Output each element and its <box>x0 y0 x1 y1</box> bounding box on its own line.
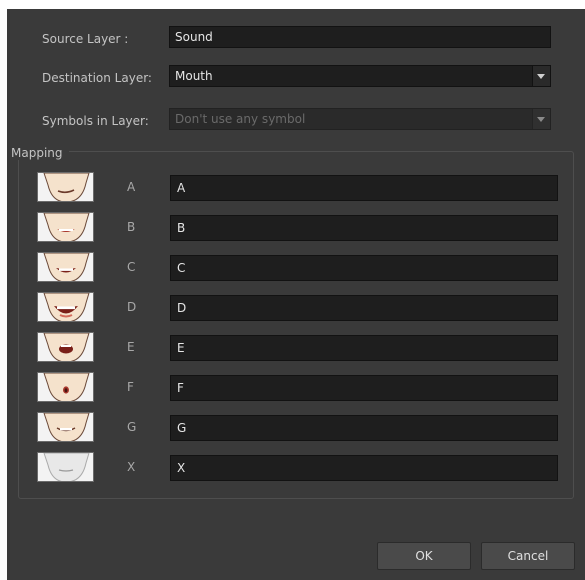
mapping-letter-label: F <box>127 380 134 394</box>
mapping-row: DD <box>7 292 585 322</box>
mouth-thumbnail <box>37 412 94 442</box>
mapping-letter-label: E <box>127 340 135 354</box>
mouth-thumbnail <box>37 172 94 202</box>
mapping-field-g[interactable]: G <box>170 415 558 441</box>
source-layer-label: Source Layer : <box>42 32 129 46</box>
mapping-field-e[interactable]: E <box>170 335 558 361</box>
symbols-in-layer-value: Don't use any symbol <box>175 112 306 126</box>
mapping-row: EE <box>7 332 585 362</box>
mapping-row: FF <box>7 372 585 402</box>
destination-layer-select[interactable]: Mouth <box>169 65 551 87</box>
mouth-thumbnail <box>37 252 94 282</box>
mapping-row: BB <box>7 212 585 242</box>
mapping-field-d[interactable]: D <box>170 295 558 321</box>
mapping-group <box>18 151 574 499</box>
symbols-dropdown-button <box>532 109 550 129</box>
mouth-thumbnail <box>37 372 94 402</box>
mapping-letter-label: X <box>127 460 136 474</box>
mapping-row: GG <box>7 412 585 442</box>
mapping-field-x[interactable]: X <box>170 455 558 481</box>
mapping-letter-label: G <box>127 420 137 434</box>
mouth-thumbnail <box>37 452 94 482</box>
destination-layer-value: Mouth <box>175 69 213 83</box>
mapping-letter-label: C <box>127 260 136 274</box>
source-layer-field[interactable]: Sound <box>169 26 551 48</box>
mouth-thumbnail <box>37 212 94 242</box>
chevron-down-icon <box>537 74 545 79</box>
cancel-button[interactable]: Cancel <box>481 542 575 570</box>
ok-button[interactable]: OK <box>377 542 471 570</box>
symbols-in-layer-select: Don't use any symbol <box>169 108 551 130</box>
mapping-row: XX <box>7 452 585 482</box>
mapping-field-b[interactable]: B <box>170 215 558 241</box>
mapping-letter-label: B <box>127 220 136 234</box>
mouth-thumbnail <box>37 332 94 362</box>
mapping-row: AA <box>7 172 585 202</box>
mapping-field-a[interactable]: A <box>170 175 558 201</box>
lip-sync-mapping-dialog: Source Layer : Sound Destination Layer: … <box>7 9 585 580</box>
mapping-title: Mapping <box>9 146 69 160</box>
mouth-thumbnail <box>37 292 94 322</box>
mapping-letter-label: D <box>127 300 137 314</box>
mapping-row: CC <box>7 252 585 282</box>
mapping-field-c[interactable]: C <box>170 255 558 281</box>
mapping-field-f[interactable]: F <box>170 375 558 401</box>
symbols-in-layer-label: Symbols in Layer: <box>42 114 149 128</box>
chevron-down-icon <box>537 117 545 122</box>
destination-dropdown-button[interactable] <box>532 66 550 86</box>
mapping-letter-label: A <box>127 180 136 194</box>
destination-layer-label: Destination Layer: <box>42 71 152 85</box>
